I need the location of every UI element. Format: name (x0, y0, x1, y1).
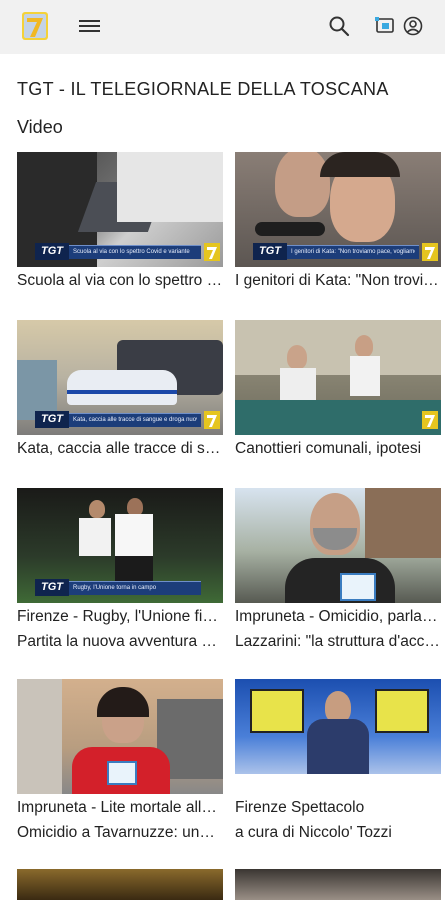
video-title[interactable]: I genitori di Kata: "Non troviamo pace" (235, 271, 441, 291)
video-thumbnail[interactable]: TGT I genitori di Kata: "Non troviamo pa… (235, 152, 441, 267)
video-thumbnail[interactable]: TGT Scuola al via con lo spettro Covid e… (17, 152, 223, 267)
video-thumbnail[interactable] (235, 869, 441, 900)
video-thumbnail[interactable] (17, 869, 223, 900)
video-card[interactable]: Impruneta - Lite mortale alla struttura … (17, 679, 223, 843)
video-thumbnail[interactable] (235, 320, 441, 435)
page-title: TGT - IL TELEGIORNALE DELLA TOSCANA (17, 79, 389, 99)
video-title[interactable]: Impruneta - Lite mortale alla struttura (17, 798, 223, 818)
video-title[interactable]: Firenze Spettacolo (235, 798, 441, 818)
tv7-badge-icon (204, 243, 220, 261)
video-card[interactable]: TGT Rugby, l'Unione torna in campo Firen… (17, 488, 223, 652)
video-subtitle: Partita la nuova avventura stagionale (17, 633, 223, 650)
video-card[interactable]: Impruneta - Omicidio, parla il sindaco L… (235, 488, 441, 652)
video-thumbnail[interactable]: TGT Kata, caccia alle tracce di sangue e… (17, 320, 223, 435)
section-heading: Video (17, 117, 63, 137)
cast-icon[interactable] (373, 14, 397, 38)
tv7-badge-icon (204, 411, 220, 429)
video-card[interactable]: Canottieri comunali, ipotesi (235, 320, 441, 459)
account-icon[interactable] (401, 14, 425, 38)
tv7-badge-icon (422, 411, 438, 429)
video-card[interactable]: TGT I genitori di Kata: "Non troviamo pa… (235, 152, 441, 291)
video-card[interactable]: Firenze Spettacolo a cura di Niccolo' To… (235, 679, 441, 843)
video-title[interactable]: Canottieri comunali, ipotesi (235, 439, 441, 459)
hamburger-menu-icon[interactable] (79, 17, 101, 35)
video-thumbnail[interactable] (235, 679, 441, 794)
video-title[interactable]: Scuola al via con lo spettro Covid... (17, 271, 223, 291)
video-title[interactable]: Firenze - Rugby, l'Unione fiorentina (17, 607, 223, 627)
app-toolbar (0, 0, 445, 54)
news-ticker-band: TGT Kata, caccia alle tracce di sangue e… (35, 411, 201, 428)
video-thumbnail[interactable] (17, 679, 223, 794)
news-ticker-band: TGT Scuola al via con lo spettro Covid e… (35, 243, 201, 260)
video-card[interactable]: TGT Kata, caccia alle tracce di sangue e… (17, 320, 223, 459)
news-ticker-band: TGT I genitori di Kata: "Non troviamo pa… (253, 243, 419, 260)
video-subtitle: a cura di Niccolo' Tozzi (235, 824, 392, 841)
tv7-badge-icon (422, 243, 438, 261)
tv7-logo-icon[interactable] (22, 12, 48, 40)
video-title[interactable]: Impruneta - Omicidio, parla il sindaco (235, 607, 441, 627)
news-ticker-band: TGT Rugby, l'Unione torna in campo (35, 579, 201, 596)
video-title[interactable]: Kata, caccia alle tracce di sangue (17, 439, 223, 459)
video-thumbnail[interactable] (235, 488, 441, 603)
video-thumbnail[interactable]: TGT Rugby, l'Unione torna in campo (17, 488, 223, 603)
video-card[interactable]: TGT Scuola al via con lo spettro Covid e… (17, 152, 223, 291)
video-subtitle: Omicidio a Tavarnuzze: una lite (17, 824, 223, 841)
search-icon[interactable] (327, 14, 351, 38)
video-subtitle: Lazzarini: "la struttura d'accoglienza" (235, 633, 441, 650)
